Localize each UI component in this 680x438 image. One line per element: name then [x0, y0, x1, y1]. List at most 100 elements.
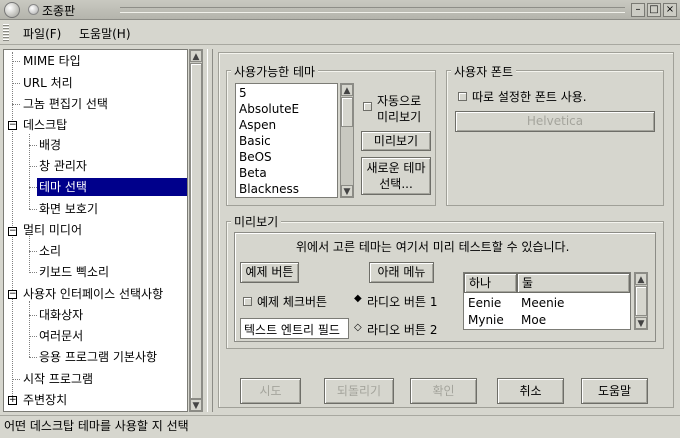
- theme-list-scrollbar[interactable]: ▲ ▼: [340, 83, 354, 198]
- menu-grip[interactable]: [3, 24, 9, 42]
- tree-item-ui-options[interactable]: 사용자 인터페이스 선택사항: [23, 285, 163, 303]
- pane-separator[interactable]: [207, 49, 213, 412]
- tree-item-window-manager[interactable]: 창 관리자: [39, 157, 87, 175]
- tree-item-mdi[interactable]: 여러문서: [39, 327, 83, 345]
- auto-preview-checkbox[interactable]: [363, 102, 372, 111]
- try-button[interactable]: 시도: [240, 378, 301, 404]
- tree-line: [29, 209, 37, 210]
- ok-button[interactable]: 확인: [410, 378, 477, 404]
- scroll-down-icon[interactable]: ▼: [341, 185, 353, 197]
- list-column-header-label: 하나: [469, 276, 492, 290]
- tree-line: [29, 166, 37, 167]
- auto-preview-label-line1: 자동으로: [377, 94, 422, 108]
- tree-line: [29, 236, 30, 273]
- scroll-up-icon[interactable]: ▲: [635, 273, 647, 285]
- arrow-menu-button[interactable]: 아래 메뉴: [369, 262, 434, 283]
- list-column-header-label: 둘: [522, 276, 534, 290]
- list-item[interactable]: Aspen: [239, 117, 276, 133]
- scroll-thumb[interactable]: [341, 97, 353, 127]
- capplet-tree[interactable]: − − − + MIME 타입 URL 처리 그놈 편집기 선택 데스크탑 배경…: [3, 49, 188, 412]
- preview-button[interactable]: 미리보기: [361, 131, 431, 151]
- tree-item-theme-selector[interactable]: 테마 선택: [37, 178, 187, 196]
- tree-item-desktop[interactable]: 데스크탑: [23, 116, 67, 134]
- revert-button[interactable]: 되돌리기: [324, 378, 394, 404]
- try-button-label: 시도: [259, 384, 282, 398]
- tree-line: [29, 357, 37, 358]
- radio-up-icon[interactable]: ◆: [354, 293, 362, 304]
- scroll-down-icon[interactable]: ▼: [635, 317, 647, 329]
- tree-item-sound[interactable]: 소리: [39, 242, 61, 260]
- tree-line: [29, 272, 37, 273]
- tree-item-app-defaults[interactable]: 응용 프로그램 기본사항: [39, 348, 157, 366]
- list-cell[interactable]: Meenie: [521, 295, 564, 311]
- list-column-header[interactable]: 둘: [517, 273, 630, 293]
- list-cell[interactable]: Mynie: [468, 312, 504, 328]
- tree-item-mime[interactable]: MIME 타입: [23, 52, 81, 70]
- custom-font-checkbox[interactable]: [458, 92, 467, 101]
- tree-line: [12, 104, 20, 105]
- tree-scrollbar[interactable]: ▲ ▼: [189, 49, 203, 412]
- tree-line: [12, 83, 20, 84]
- list-item[interactable]: Basic: [239, 133, 271, 149]
- window-title: 조종판: [42, 4, 76, 18]
- example-list[interactable]: 하나 둘 Eenie Meenie Mynie Moe: [463, 272, 631, 330]
- install-theme-label-line1: 새로운 테마: [366, 161, 426, 175]
- theme-list[interactable]: 5 AbsoluteE Aspen Basic BeOS Beta Blackn…: [235, 83, 338, 198]
- scroll-up-icon[interactable]: ▲: [341, 84, 353, 96]
- list-item[interactable]: Blackness: [239, 181, 299, 197]
- maximize-icon[interactable]: □: [647, 3, 661, 17]
- tree-item-multimedia[interactable]: 멀티 미디어: [23, 221, 82, 239]
- font-picker-button[interactable]: Helvetica: [455, 111, 655, 132]
- list-cell[interactable]: Eenie: [468, 295, 501, 311]
- tree-line: [29, 187, 37, 188]
- status-text: 어떤 데스크탑 테마를 사용할 지 선택: [4, 419, 189, 433]
- tree-item-url[interactable]: URL 처리: [23, 74, 73, 92]
- tree-item-editor[interactable]: 그놈 편집기 선택: [23, 95, 108, 113]
- scroll-thumb[interactable]: [190, 63, 202, 399]
- ok-button-label: 확인: [432, 384, 455, 398]
- title-ball-icon: [28, 4, 39, 15]
- tree-item-keyboard-bell[interactable]: 키보드 삑소리: [39, 263, 109, 281]
- list-column-header[interactable]: 하나: [464, 273, 517, 293]
- tree-item-peripherals[interactable]: 주변장치: [23, 391, 67, 409]
- cancel-button[interactable]: 취소: [497, 378, 564, 404]
- title-groove: [120, 7, 625, 13]
- example-text-entry[interactable]: 텍스트 엔트리 필드: [240, 318, 349, 339]
- tree-item-screensaver[interactable]: 화면 보호기: [39, 200, 98, 218]
- collapse-icon[interactable]: −: [8, 121, 17, 130]
- font-picker-label: Helvetica: [526, 114, 584, 128]
- example-checkbox[interactable]: [243, 297, 252, 306]
- list-item[interactable]: Beta: [239, 165, 267, 181]
- example-button[interactable]: 예제 버튼: [240, 262, 299, 283]
- close-icon[interactable]: ×: [663, 3, 677, 17]
- tree-line: [29, 301, 30, 357]
- scroll-thumb[interactable]: [635, 286, 647, 316]
- list-item[interactable]: AbsoluteE: [239, 101, 299, 117]
- list-item[interactable]: 5: [239, 85, 247, 101]
- install-theme-button[interactable]: 새로운 테마 선택...: [361, 157, 431, 195]
- list-cell[interactable]: Moe: [521, 312, 546, 328]
- scroll-down-icon[interactable]: ▼: [190, 399, 202, 411]
- tree-line: [12, 379, 20, 380]
- window-menu-icon[interactable]: [4, 2, 20, 18]
- scroll-up-icon[interactable]: ▲: [190, 50, 202, 62]
- expand-icon[interactable]: +: [8, 396, 17, 405]
- menu-file[interactable]: 파일(F): [23, 25, 61, 42]
- help-button[interactable]: 도움말: [581, 378, 648, 404]
- cancel-button-label: 취소: [519, 384, 542, 398]
- radio-down-icon[interactable]: ◇: [354, 322, 362, 333]
- tree-item-startup[interactable]: 시작 프로그램: [23, 370, 93, 388]
- arrow-menu-label: 아래 메뉴: [377, 265, 426, 279]
- radio-1-label: 라디오 버튼 1: [367, 295, 438, 309]
- custom-font-label: 따로 설정한 폰트 사용.: [472, 90, 587, 104]
- font-frame-label: 사용자 폰트: [451, 63, 517, 80]
- menu-help[interactable]: 도움말(H): [79, 25, 131, 42]
- collapse-icon[interactable]: −: [8, 227, 17, 236]
- minimize-icon[interactable]: –: [631, 3, 645, 17]
- list-item[interactable]: BeOS: [239, 149, 272, 165]
- tree-item-dialogs[interactable]: 대화상자: [39, 306, 83, 324]
- tree-line: [29, 145, 37, 146]
- example-list-scrollbar[interactable]: ▲ ▼: [634, 272, 648, 330]
- tree-item-background[interactable]: 배경: [39, 136, 61, 154]
- collapse-icon[interactable]: −: [8, 290, 17, 299]
